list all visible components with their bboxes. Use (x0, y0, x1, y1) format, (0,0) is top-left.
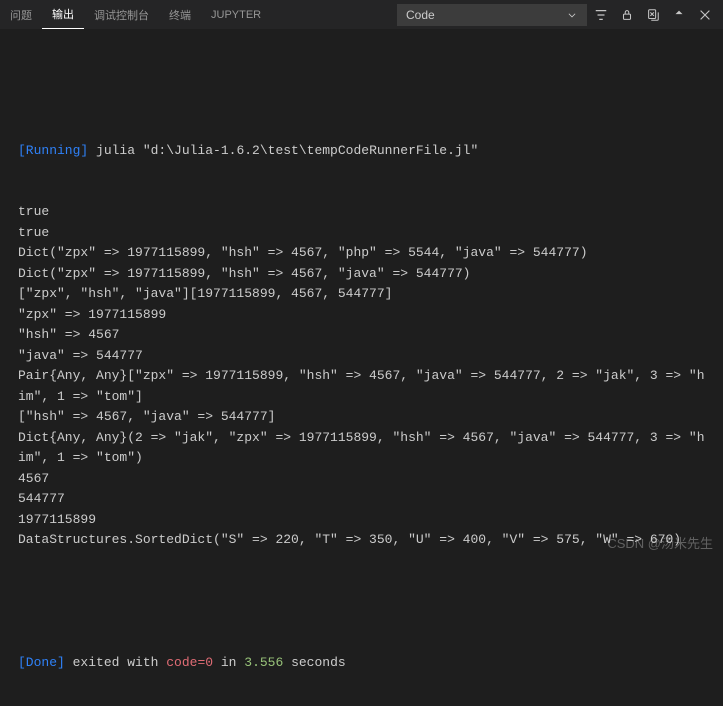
tab-terminal[interactable]: 终端 (159, 0, 201, 29)
output-line (18, 592, 711, 613)
tab-debug-console[interactable]: 调试控制台 (84, 0, 159, 29)
output-area[interactable]: [Running] julia "d:\Julia-1.6.2\test\tem… (0, 30, 723, 706)
output-running-line: [Running] julia "d:\Julia-1.6.2\test\tem… (18, 141, 711, 162)
output-line: "zpx" => 1977115899 (18, 305, 711, 326)
output-channel-dropdown[interactable]: Code (397, 4, 587, 26)
output-line: 544777 (18, 489, 711, 510)
tab-label: 终端 (169, 7, 191, 23)
clear-output-icon[interactable] (645, 7, 661, 23)
close-panel-icon[interactable] (697, 7, 713, 23)
output-line: "java" => 544777 (18, 346, 711, 367)
output-line: Pair{Any, Any}["zpx" => 1977115899, "hsh… (18, 366, 711, 407)
tab-label: 调试控制台 (94, 7, 149, 23)
output-line (18, 79, 711, 100)
output-line: 4567 (18, 469, 711, 490)
dropdown-selected-label: Code (406, 8, 435, 22)
output-line: Dict("zpx" => 1977115899, "hsh" => 4567,… (18, 264, 711, 285)
running-cmd: julia "d:\Julia-1.6.2\test\tempCodeRunne… (88, 143, 478, 158)
tab-label: JUPYTER (211, 9, 261, 21)
output-line: Dict{Any, Any}(2 => "jak", "zpx" => 1977… (18, 428, 711, 469)
lock-icon[interactable] (619, 7, 635, 23)
output-line: DataStructures.SortedDict("S" => 220, "T… (18, 530, 711, 551)
tab-label: 输出 (52, 6, 74, 22)
tab-problems[interactable]: 问题 (0, 0, 42, 29)
output-line: ["hsh" => 4567, "java" => 544777] (18, 407, 711, 428)
output-line: true (18, 202, 711, 223)
panel-tab-bar: 问题 输出 调试控制台 终端 JUPYTER Code (0, 0, 723, 30)
output-line: true (18, 223, 711, 244)
panel-toolbar (593, 7, 723, 23)
chevron-down-icon (566, 9, 578, 21)
done-label: [Done] (18, 655, 65, 670)
tab-output[interactable]: 输出 (42, 0, 84, 29)
maximize-panel-icon[interactable] (671, 7, 687, 23)
output-line: "hsh" => 4567 (18, 325, 711, 346)
tab-jupyter[interactable]: JUPYTER (201, 0, 271, 29)
output-line: Dict("zpx" => 1977115899, "hsh" => 4567,… (18, 243, 711, 264)
running-label: [Running] (18, 143, 88, 158)
output-line: 1977115899 (18, 510, 711, 531)
filter-icon[interactable] (593, 7, 609, 23)
exit-code: code=0 (166, 655, 213, 670)
output-line: ["zpx", "hsh", "java"][1977115899, 4567,… (18, 284, 711, 305)
tab-label: 问题 (10, 7, 32, 23)
output-done-line: [Done] exited with code=0 in 3.556 secon… (18, 653, 711, 674)
elapsed-time: 3.556 (244, 655, 283, 670)
